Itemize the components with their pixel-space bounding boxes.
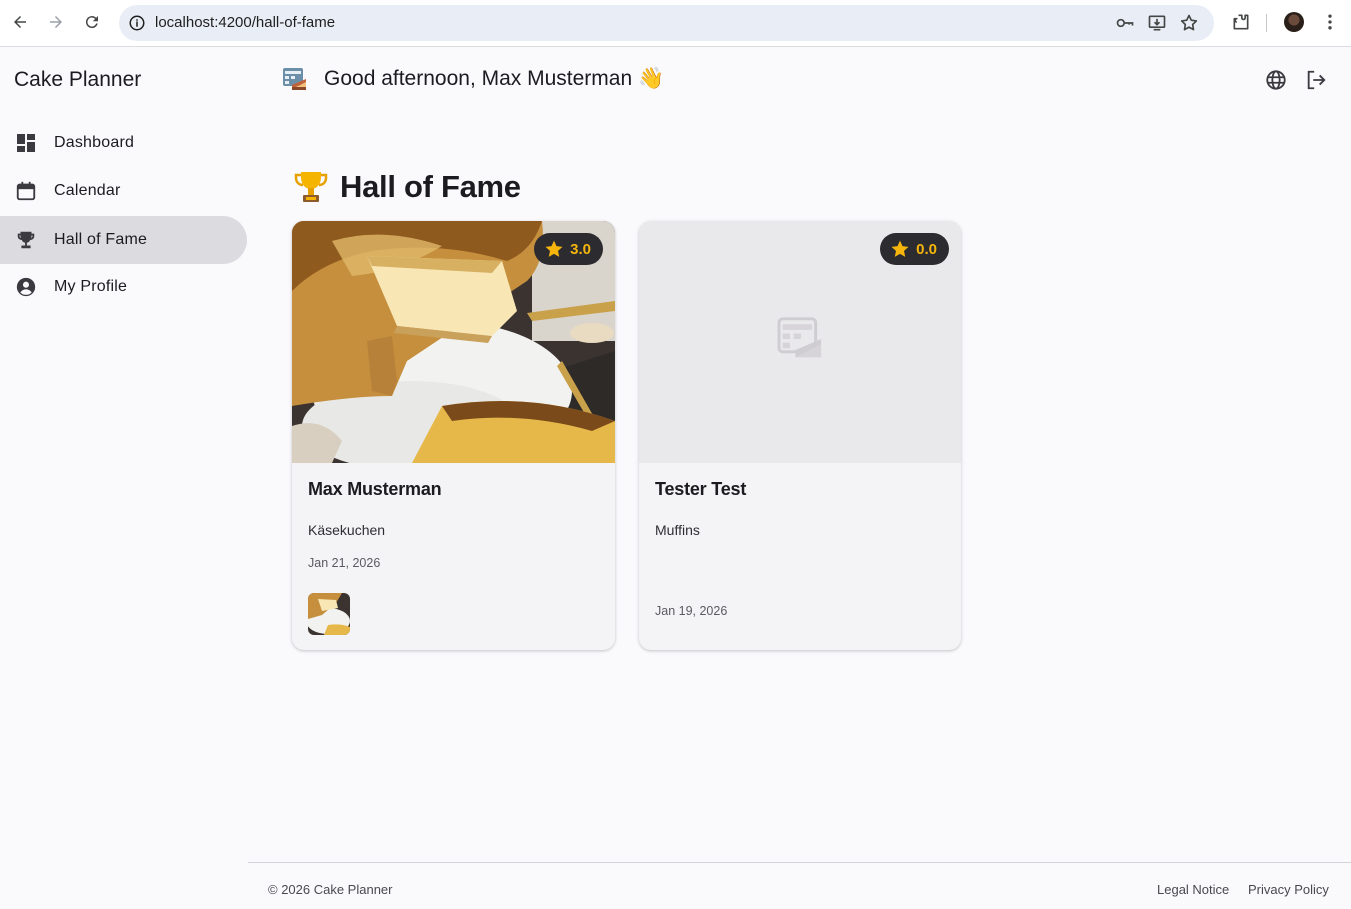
- rating-value: 3.0: [570, 240, 591, 258]
- footer: © 2026 Cake Planner Legal Notice Privacy…: [248, 862, 1351, 909]
- browser-profile-avatar[interactable]: [1284, 12, 1304, 32]
- rating-badge: 3.0: [534, 233, 603, 265]
- toolbar-divider: [1266, 14, 1267, 32]
- greeting-text: Good afternoon, Max Musterman 👋: [324, 67, 665, 90]
- cake-thumbnail[interactable]: [308, 593, 350, 635]
- legal-notice-link[interactable]: Legal Notice: [1157, 882, 1229, 897]
- cake-card[interactable]: 0.0 Tester Test Muffins Jan 19, 2026: [639, 221, 961, 650]
- language-icon[interactable]: [1264, 68, 1288, 92]
- sidebar-item-hall-of-fame[interactable]: Hall of Fame: [0, 216, 247, 264]
- cake-name: Muffins: [655, 522, 700, 538]
- baker-name: Max Musterman: [308, 479, 442, 499]
- privacy-policy-link[interactable]: Privacy Policy: [1248, 882, 1329, 897]
- sidebar-item-label: Calendar: [54, 182, 121, 199]
- site-info-icon[interactable]: [128, 14, 146, 32]
- cake-name: Käsekuchen: [308, 522, 386, 538]
- rating-badge: 0.0: [880, 233, 949, 265]
- bookmark-star-icon[interactable]: [1179, 13, 1199, 33]
- copyright-text: © 2026 Cake Planner: [268, 882, 393, 897]
- extensions-icon[interactable]: [1230, 11, 1252, 33]
- sidebar-item-label: Dashboard: [54, 134, 135, 151]
- account-circle-icon: [15, 276, 37, 298]
- page-heading: Hall of Fame: [340, 169, 521, 204]
- back-icon[interactable]: [8, 10, 32, 34]
- cake-placeholder-icon: [777, 317, 822, 358]
- sidebar: Cake Planner Dashboard Calendar Hall of …: [0, 48, 248, 909]
- star-icon: [545, 240, 563, 257]
- cake-logo-icon: [282, 67, 308, 91]
- rating-value: 0.0: [916, 240, 937, 258]
- trophy-icon: [15, 229, 37, 251]
- password-key-icon[interactable]: [1115, 13, 1135, 33]
- dashboard-icon: [15, 132, 37, 154]
- address-bar[interactable]: localhost:4200/hall-of-fame: [119, 5, 1214, 41]
- reload-icon[interactable]: [80, 10, 104, 34]
- app-title: Cake Planner: [14, 68, 142, 91]
- sidebar-item-dashboard[interactable]: Dashboard: [0, 119, 247, 167]
- sidebar-item-my-profile[interactable]: My Profile: [0, 263, 247, 311]
- logout-icon[interactable]: [1304, 68, 1328, 92]
- install-app-icon[interactable]: [1147, 13, 1167, 33]
- cake-date: Jan 21, 2026: [308, 556, 381, 570]
- trophy-emoji-icon: [294, 172, 328, 202]
- baker-name: Tester Test: [655, 479, 747, 499]
- page-title: Hall of Fame: [292, 168, 521, 206]
- url-text[interactable]: localhost:4200/hall-of-fame: [155, 14, 335, 31]
- browser-menu-icon[interactable]: [1319, 11, 1341, 33]
- browser-toolbar: localhost:4200/hall-of-fame: [0, 0, 1351, 47]
- calendar-icon: [15, 180, 37, 202]
- cake-card[interactable]: 3.0 Max Musterman Käsekuchen Jan 21, 202…: [292, 221, 615, 650]
- cake-date: Jan 19, 2026: [655, 604, 728, 618]
- sidebar-item-label: Hall of Fame: [54, 231, 148, 248]
- star-icon: [891, 240, 909, 257]
- sidebar-item-calendar[interactable]: Calendar: [0, 167, 247, 215]
- forward-icon[interactable]: [44, 10, 68, 34]
- sidebar-item-label: My Profile: [54, 278, 128, 295]
